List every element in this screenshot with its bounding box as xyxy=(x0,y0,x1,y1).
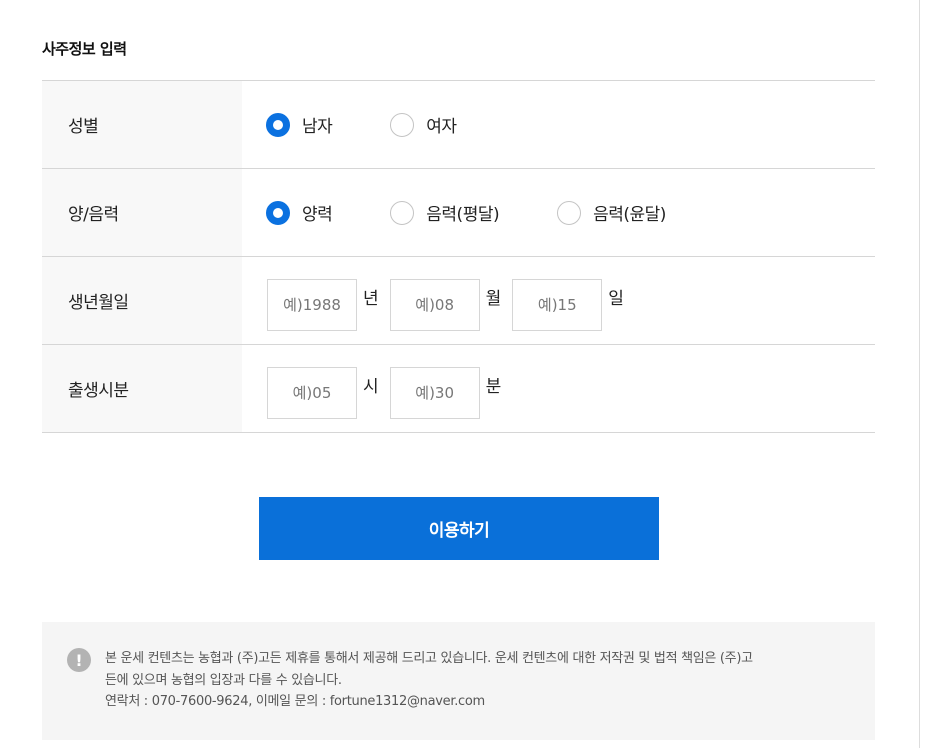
birth-hour-unit: 시 xyxy=(363,377,379,397)
notice-line-3: 연락처 : 070-7600-9624, 이메일 문의 : fortune131… xyxy=(105,694,485,709)
radio-unchecked-icon xyxy=(390,200,415,225)
birth-day-unit: 일 xyxy=(608,289,624,309)
section-title: 사주정보 입력 xyxy=(42,40,127,58)
gender-row: 성별 남자 여자 xyxy=(42,81,875,169)
calendar-radio-lunar-leap-label: 음력(윤달) xyxy=(593,205,666,225)
calendar-radio-solar[interactable]: 양력 xyxy=(266,200,333,225)
birthtime-fields: 시 분 xyxy=(242,345,875,432)
birthdate-fields: 년 월 일 xyxy=(242,257,875,344)
exclamation-icon: ! xyxy=(67,648,91,672)
birth-month-box xyxy=(389,278,480,331)
birth-month-input[interactable] xyxy=(390,279,479,330)
calendar-radio-solar-label: 양력 xyxy=(302,205,333,225)
saju-form: 성별 남자 여자 양/음력 양력 음력(평달) 음력(윤달) 생년월일 예)19… xyxy=(42,80,875,433)
birth-hour-box xyxy=(267,366,357,419)
birthdate-row: 생년월일 년 월 일 xyxy=(42,257,875,345)
calendar-row: 양/음력 양력 음력(평달) 음력(윤달) xyxy=(42,169,875,257)
calendar-options: 양력 음력(평달) 음력(윤달) xyxy=(242,169,875,256)
gender-radio-female-label: 여자 xyxy=(426,117,457,137)
birthtime-row: 출생시분 시 분 xyxy=(42,345,875,433)
birth-day-box xyxy=(512,278,603,331)
radio-unchecked-icon xyxy=(557,200,582,225)
gender-radio-female[interactable]: 여자 xyxy=(390,112,457,137)
birth-year-unit: 년 xyxy=(363,289,379,309)
birth-day-input[interactable] xyxy=(513,279,602,330)
radio-checked-icon xyxy=(266,200,290,225)
gender-label: 성별 xyxy=(42,81,242,168)
notice-line-2: 든에 있으며 농협의 입장과 다를 수 있습니다. xyxy=(105,672,342,688)
birth-minute-unit: 분 xyxy=(485,377,502,397)
calendar-radio-lunar-normal[interactable]: 음력(평달) xyxy=(390,200,500,225)
calendar-radio-lunar-leap[interactable]: 음력(윤달) xyxy=(557,200,666,225)
birth-minute-box xyxy=(389,366,480,419)
gender-radio-male-label: 남자 xyxy=(302,117,333,137)
birth-minute-input[interactable] xyxy=(390,367,479,418)
notice-box: ! 본 운세 컨텐츠는 농협과 (주)고든 제휴를 통해서 제공해 드리고 있습… xyxy=(42,622,875,740)
notice-line-1: 본 운세 컨텐츠는 농협과 (주)고든 제휴를 통해서 제공해 드리고 있습니다… xyxy=(105,651,753,666)
calendar-label: 양/음력 xyxy=(42,169,242,256)
gender-radio-male[interactable]: 남자 xyxy=(266,112,333,137)
birth-year-box xyxy=(267,278,357,331)
birthdate-label: 생년월일 xyxy=(42,257,242,344)
radio-unchecked-icon xyxy=(390,112,415,137)
birth-hour-input[interactable] xyxy=(268,367,356,418)
radio-checked-icon xyxy=(266,112,290,137)
birth-month-unit: 월 xyxy=(485,289,502,309)
birth-year-input[interactable] xyxy=(268,279,356,330)
right-divider xyxy=(919,0,920,748)
gender-options: 남자 여자 xyxy=(242,81,875,168)
notice-text: 본 운세 컨텐츠는 농협과 (주)고든 제휴를 통해서 제공해 드리고 있습니다… xyxy=(105,648,851,713)
submit-button[interactable]: 이용하기 xyxy=(259,497,659,560)
calendar-radio-lunar-normal-label: 음력(평달) xyxy=(426,205,500,225)
birthtime-label: 출생시분 xyxy=(42,345,242,432)
